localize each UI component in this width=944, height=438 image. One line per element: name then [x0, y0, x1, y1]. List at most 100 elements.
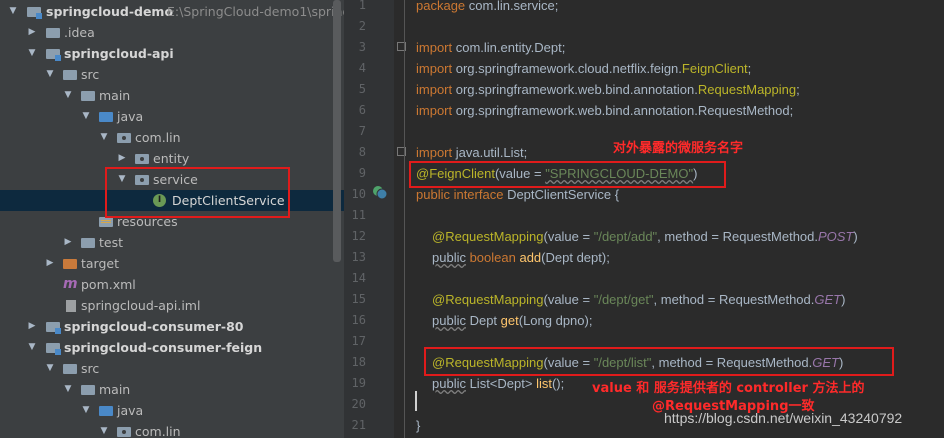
- line-number: 9: [358, 166, 366, 180]
- code-token: import: [416, 40, 453, 55]
- package-icon: [117, 133, 131, 143]
- tree-item-springcloud-consumer-feign[interactable]: ▼ springcloud-consumer-feign: [0, 337, 344, 358]
- tree-item-springcloud-demo[interactable]: ▼ springcloud-demo E:\SpringCloud-demo1\…: [0, 1, 344, 22]
- annotation-note-service-name: 对外暴露的微服务名字: [613, 141, 744, 156]
- code-line-1: package com.lin.service;: [416, 0, 558, 16]
- chevron-down-icon[interactable]: ▼: [80, 106, 92, 127]
- chevron-down-icon[interactable]: ▼: [26, 43, 38, 64]
- code-token: method: [660, 292, 705, 307]
- code-token: ): [853, 229, 858, 244]
- tree-item-label: main: [99, 382, 131, 397]
- line-number: 18: [351, 355, 366, 369]
- tree-item-resources[interactable]: resources: [0, 211, 344, 232]
- tree-item-springcloud-consumer-80[interactable]: ▶ springcloud-consumer-80: [0, 316, 344, 337]
- tree-item-label: DeptClientService: [172, 193, 285, 208]
- tree-item-label: com.lin: [135, 130, 181, 145]
- code-token: import: [416, 82, 453, 97]
- chevron-right-icon[interactable]: ▶: [26, 316, 38, 337]
- code-line-15: @RequestMapping(value = "/dept/get", met…: [432, 289, 845, 310]
- tree-item-main[interactable]: ▼ main: [0, 379, 344, 400]
- tree-item-test[interactable]: ▶ test: [0, 232, 344, 253]
- project-tree: ▼ springcloud-demo E:\SpringCloud-demo1\…: [0, 0, 344, 438]
- code-token: "/dept/get": [593, 292, 654, 307]
- line-number: 11: [351, 208, 366, 222]
- code-token: ;: [747, 61, 752, 76]
- code-token: import: [416, 145, 453, 160]
- chevron-right-icon[interactable]: ▶: [62, 232, 74, 253]
- chevron-down-icon[interactable]: ▼: [44, 64, 56, 85]
- line-number: 5: [358, 82, 366, 96]
- code-token: com.lin.service;: [465, 0, 559, 13]
- implementation-marker-icon[interactable]: [372, 184, 388, 200]
- chevron-down-icon[interactable]: ▼: [80, 400, 92, 421]
- tree-item-java[interactable]: ▼ java: [0, 106, 344, 127]
- line-number: 17: [351, 334, 366, 348]
- chevron-down-icon[interactable]: ▼: [116, 169, 128, 190]
- chevron-right-icon[interactable]: ▶: [26, 22, 38, 43]
- tree-item-iml[interactable]: springcloud-api.iml: [0, 295, 344, 316]
- tree-item-service[interactable]: ▼ service: [0, 169, 344, 190]
- tree-item-deptclientservice[interactable]: I DeptClientService: [0, 190, 344, 211]
- tree-item-idea[interactable]: ▶ .idea: [0, 22, 344, 43]
- code-token: "/dept/add": [593, 229, 658, 244]
- annotation-note-line1: value 和 服务提供者的 controller 方法上的: [592, 381, 865, 396]
- tree-item-label: java: [117, 109, 144, 124]
- code-token: (value =: [494, 166, 546, 181]
- line-number: 1: [358, 0, 366, 12]
- tree-item-entity[interactable]: ▶ entity: [0, 148, 344, 169]
- source-folder-icon: [99, 112, 113, 122]
- tree-item-src[interactable]: ▼ src: [0, 358, 344, 379]
- chevron-down-icon[interactable]: ▼: [98, 127, 110, 148]
- chevron-down-icon[interactable]: ▼: [7, 1, 19, 22]
- tree-item-label: springcloud-demo: [46, 4, 174, 19]
- line-number: 4: [358, 61, 366, 75]
- code-token: }: [416, 418, 421, 433]
- chevron-down-icon[interactable]: ▼: [26, 337, 38, 358]
- line-number: 14: [351, 271, 366, 285]
- chevron-down-icon[interactable]: ▼: [98, 421, 110, 438]
- folder-icon: [81, 91, 95, 101]
- code-token: list: [536, 376, 552, 391]
- tree-item-main[interactable]: ▼ main: [0, 85, 344, 106]
- chevron-right-icon[interactable]: ▶: [116, 148, 128, 169]
- code-token: ): [693, 166, 698, 181]
- code-line-21: }: [416, 415, 420, 436]
- chevron-down-icon[interactable]: ▼: [44, 358, 56, 379]
- tree-scrollbar[interactable]: [333, 0, 341, 262]
- code-token: "/dept/list": [593, 355, 652, 370]
- code-line-10: public interface DeptClientService {: [416, 184, 619, 205]
- chevron-down-icon[interactable]: ▼: [62, 85, 74, 106]
- text-caret: [415, 391, 417, 411]
- code-line-4: import org.springframework.cloud.netflix…: [416, 58, 751, 79]
- tree-item-target[interactable]: ▶ target: [0, 253, 344, 274]
- code-token: ): [838, 355, 844, 370]
- tree-item-label: springcloud-api: [64, 46, 174, 61]
- code-line-16: public Dept get(Long dpno);: [432, 310, 592, 331]
- tree-item-com-lin[interactable]: ▼ com.lin: [0, 421, 344, 438]
- code-token: (Dept dept);: [541, 250, 610, 265]
- code-token: public: [432, 313, 466, 328]
- tree-item-label: springcloud-consumer-feign: [64, 340, 263, 355]
- line-number: 15: [351, 292, 366, 306]
- line-number: 3: [358, 40, 366, 54]
- tree-item-springcloud-api[interactable]: ▼ springcloud-api: [0, 43, 344, 64]
- code-token: POST: [818, 229, 854, 244]
- chevron-right-icon[interactable]: ▶: [44, 253, 56, 274]
- tree-item-com-lin[interactable]: ▼ com.lin: [0, 127, 344, 148]
- code-token: package: [416, 0, 466, 13]
- tree-item-label: entity: [153, 151, 190, 166]
- code-token: method: [664, 229, 708, 244]
- tree-item-src[interactable]: ▼ src: [0, 64, 344, 85]
- module-folder-icon: [46, 322, 61, 334]
- folder-icon: [81, 238, 95, 248]
- chevron-down-icon[interactable]: ▼: [62, 379, 74, 400]
- tree-item-pom-xml[interactable]: m pom.xml: [0, 274, 344, 295]
- tree-item-path: E:\SpringCloud-demo1\springc: [167, 4, 344, 19]
- line-number: 21: [351, 418, 366, 432]
- code-token: import: [416, 103, 453, 118]
- code-token: ,: [653, 292, 661, 307]
- tree-item-java[interactable]: ▼ java: [0, 400, 344, 421]
- module-folder-icon: [46, 343, 61, 355]
- code-token: java.util.List;: [452, 145, 528, 160]
- code-editor[interactable]: package com.lin.service; import com.lin.…: [405, 0, 944, 438]
